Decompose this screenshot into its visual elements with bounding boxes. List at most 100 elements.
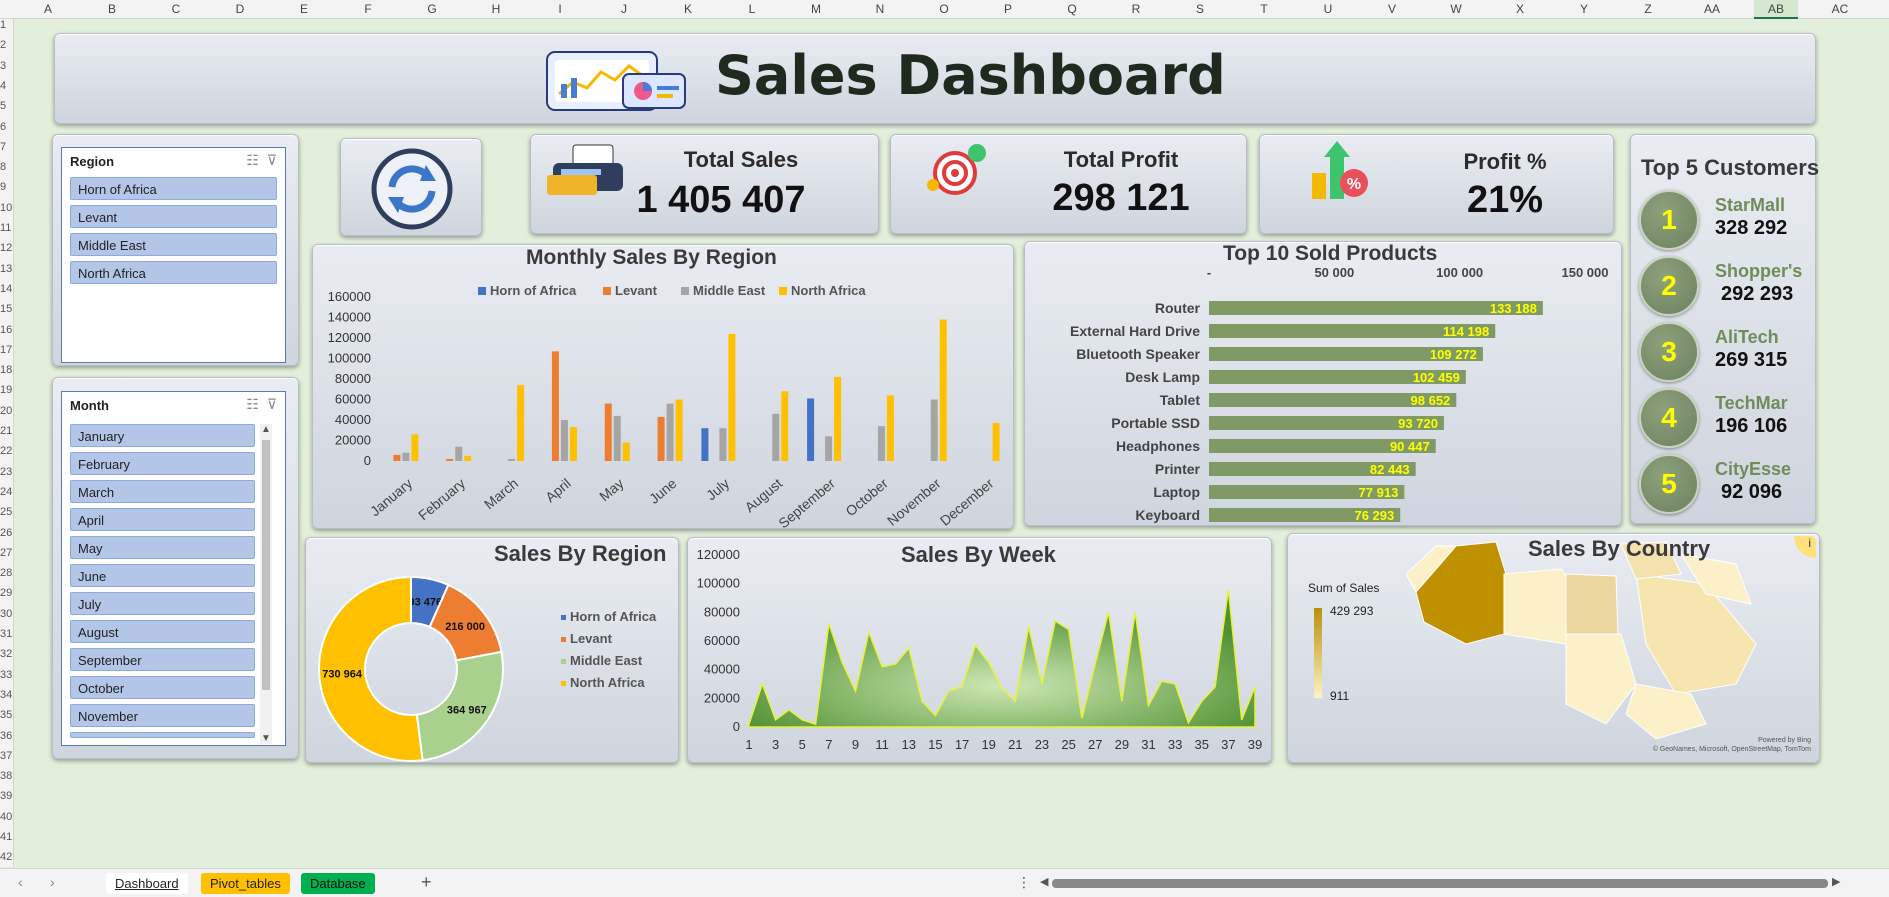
- column-header-w[interactable]: W: [1450, 0, 1461, 19]
- slicer-item-may[interactable]: May: [70, 536, 255, 559]
- month-slicer[interactable]: Month ☷ ⊽ January February March April May Ju…: [61, 391, 286, 746]
- column-header-q[interactable]: Q: [1067, 0, 1076, 19]
- column-header-b[interactable]: B: [108, 0, 116, 19]
- row-header-38[interactable]: 38: [0, 770, 13, 782]
- scroll-thumb[interactable]: [262, 440, 270, 690]
- horizontal-scrollbar[interactable]: [1052, 879, 1828, 888]
- row-header-20[interactable]: 20: [0, 405, 13, 417]
- slicer-scrollbar[interactable]: ▲ ▼: [260, 424, 272, 744]
- row-header-39[interactable]: 39: [0, 790, 13, 802]
- country-map[interactable]: [1406, 534, 1806, 760]
- row-header-15[interactable]: 15: [0, 303, 13, 315]
- row-header-35[interactable]: 35: [0, 709, 13, 721]
- slicer-item-levant[interactable]: Levant: [70, 205, 277, 228]
- row-header-29[interactable]: 29: [0, 587, 13, 599]
- column-header-c[interactable]: C: [172, 0, 181, 19]
- next-sheet-icon[interactable]: ›: [50, 874, 55, 890]
- slicer-item-september[interactable]: September: [70, 648, 255, 671]
- row-header-8[interactable]: 8: [0, 161, 13, 173]
- row-header-32[interactable]: 32: [0, 648, 13, 660]
- row-header-42[interactable]: 42: [0, 851, 13, 863]
- column-header-z[interactable]: Z: [1644, 0, 1651, 19]
- slicer-item-march[interactable]: March: [70, 480, 255, 503]
- row-header-31[interactable]: 31: [0, 628, 13, 640]
- slicer-item-north-africa[interactable]: North Africa: [70, 261, 277, 284]
- row-header-5[interactable]: 5: [0, 100, 13, 112]
- region-slicer[interactable]: Region ☷ ⊽ Horn of Africa Levant Middle …: [61, 147, 286, 363]
- column-header-x[interactable]: X: [1516, 0, 1524, 19]
- prev-sheet-icon[interactable]: ‹: [18, 874, 23, 890]
- row-header-6[interactable]: 6: [0, 121, 13, 133]
- row-header-4[interactable]: 4: [0, 80, 13, 92]
- row-header-9[interactable]: 9: [0, 181, 13, 193]
- scroll-right-icon[interactable]: ▶: [1832, 875, 1840, 888]
- slicer-item-october[interactable]: October: [70, 676, 255, 699]
- row-header-16[interactable]: 16: [0, 324, 13, 336]
- column-header-f[interactable]: F: [364, 0, 371, 19]
- add-sheet-button[interactable]: +: [421, 872, 432, 893]
- slicer-item-horn-of-africa[interactable]: Horn of Africa: [70, 177, 277, 200]
- column-header-s[interactable]: S: [1196, 0, 1204, 19]
- row-header-14[interactable]: 14: [0, 283, 13, 295]
- row-header-18[interactable]: 18: [0, 364, 13, 376]
- column-header-j[interactable]: J: [621, 0, 627, 19]
- slicer-item-july[interactable]: July: [70, 592, 255, 615]
- row-header-21[interactable]: 21: [0, 425, 13, 437]
- column-header-r[interactable]: R: [1132, 0, 1141, 19]
- column-header-ab[interactable]: AB: [1753, 0, 1799, 19]
- row-header-34[interactable]: 34: [0, 689, 13, 701]
- scroll-up-icon[interactable]: ▲: [261, 424, 271, 435]
- column-header-ac[interactable]: AC: [1832, 0, 1849, 19]
- row-header-3[interactable]: 3: [0, 60, 13, 72]
- column-header-g[interactable]: G: [427, 0, 436, 19]
- slicer-item-partial[interactable]: [70, 732, 255, 738]
- slicer-item-january[interactable]: January: [70, 424, 255, 447]
- column-header-v[interactable]: V: [1388, 0, 1396, 19]
- column-header-d[interactable]: D: [236, 0, 245, 19]
- column-header-i[interactable]: I: [558, 0, 561, 19]
- column-header-y[interactable]: Y: [1580, 0, 1588, 19]
- row-header-13[interactable]: 13: [0, 263, 13, 275]
- row-header-19[interactable]: 19: [0, 384, 13, 396]
- column-header-aa[interactable]: AA: [1704, 0, 1720, 19]
- slicer-item-february[interactable]: February: [70, 452, 255, 475]
- row-header-41[interactable]: 41: [0, 831, 13, 843]
- row-header-17[interactable]: 17: [0, 344, 13, 356]
- tab-database[interactable]: Database: [301, 873, 375, 894]
- row-header-12[interactable]: 12: [0, 242, 13, 254]
- slicer-item-middle-east[interactable]: Middle East: [70, 233, 277, 256]
- multi-select-icon[interactable]: ☷: [246, 396, 259, 412]
- column-header-m[interactable]: M: [811, 0, 821, 19]
- column-header-u[interactable]: U: [1324, 0, 1333, 19]
- slicer-item-november[interactable]: November: [70, 704, 255, 727]
- slicer-item-august[interactable]: August: [70, 620, 255, 643]
- scroll-left-icon[interactable]: ◀: [1040, 875, 1048, 888]
- row-header-40[interactable]: 40: [0, 811, 13, 823]
- column-header-p[interactable]: P: [1004, 0, 1012, 19]
- scroll-down-icon[interactable]: ▼: [261, 733, 271, 744]
- row-header-25[interactable]: 25: [0, 506, 13, 518]
- row-header-11[interactable]: 11: [0, 222, 13, 234]
- row-header-28[interactable]: 28: [0, 567, 13, 579]
- clear-filter-icon[interactable]: ⊽: [267, 152, 277, 168]
- tab-pivot-tables[interactable]: Pivot_tables: [201, 873, 290, 894]
- row-header-36[interactable]: 36: [0, 730, 13, 742]
- row-header-27[interactable]: 27: [0, 547, 13, 559]
- column-header-h[interactable]: H: [492, 0, 501, 19]
- row-header-26[interactable]: 26: [0, 527, 13, 539]
- row-header-30[interactable]: 30: [0, 608, 13, 620]
- row-header-7[interactable]: 7: [0, 141, 13, 153]
- row-header-24[interactable]: 24: [0, 486, 13, 498]
- multi-select-icon[interactable]: ☷: [246, 152, 259, 168]
- column-header-a[interactable]: A: [44, 0, 52, 19]
- column-header-k[interactable]: K: [684, 0, 692, 19]
- column-header-o[interactable]: O: [939, 0, 948, 19]
- refresh-button[interactable]: [340, 138, 482, 236]
- slicer-item-april[interactable]: April: [70, 508, 255, 531]
- row-header-23[interactable]: 23: [0, 466, 13, 478]
- clear-filter-icon[interactable]: ⊽: [267, 396, 277, 412]
- row-header-2[interactable]: 2: [0, 39, 13, 51]
- row-header-37[interactable]: 37: [0, 750, 13, 762]
- row-header-10[interactable]: 10: [0, 202, 13, 214]
- row-header-22[interactable]: 22: [0, 445, 13, 457]
